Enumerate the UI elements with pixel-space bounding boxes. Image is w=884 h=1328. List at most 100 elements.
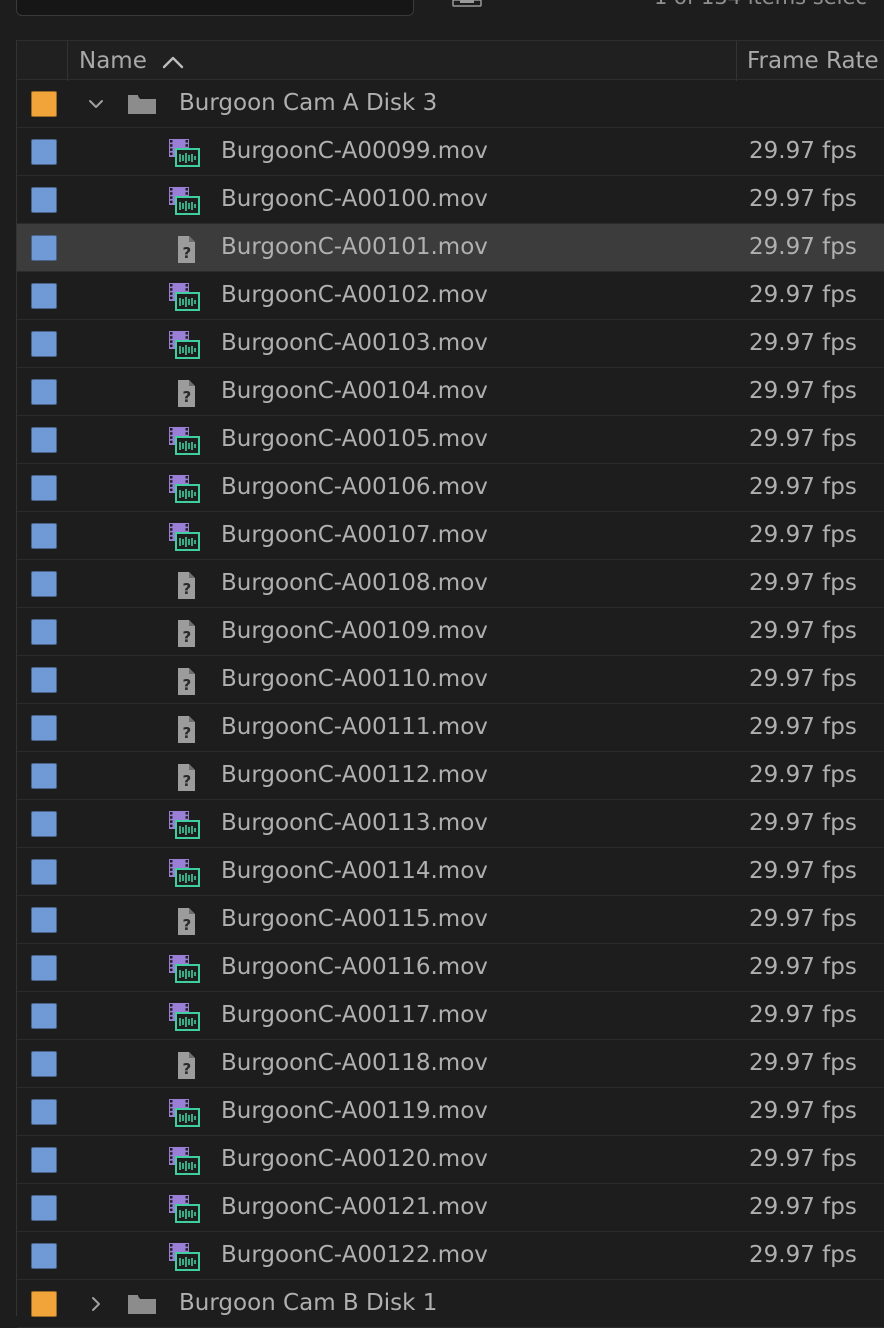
label-color-swatch[interactable]	[31, 1195, 57, 1221]
new-bin-icon[interactable]	[452, 0, 482, 8]
clip-name[interactable]: BurgoonC-A00113.mov	[221, 809, 488, 837]
clip-name[interactable]: BurgoonC-A00110.mov	[221, 665, 488, 693]
clip-row[interactable]: BurgoonC-A00107.mov 29.97 fps	[17, 512, 884, 560]
clip-row[interactable]: BurgoonC-A00119.mov 29.97 fps	[17, 1088, 884, 1136]
clip-name[interactable]: BurgoonC-A00121.mov	[221, 1193, 488, 1221]
video-clip-icon	[169, 859, 200, 887]
label-color-swatch[interactable]	[31, 1003, 57, 1029]
clip-row[interactable]: ? BurgoonC-A00108.mov 29.97 fps	[17, 560, 884, 608]
clip-row[interactable]: ? BurgoonC-A00110.mov 29.97 fps	[17, 656, 884, 704]
bin-row[interactable]: Burgoon Cam B Disk 1	[17, 1280, 884, 1328]
clip-name[interactable]: BurgoonC-A00107.mov	[221, 521, 488, 549]
label-color-swatch[interactable]	[31, 427, 57, 453]
clip-frame-rate: 29.97 fps	[749, 618, 857, 644]
label-color-swatch[interactable]	[31, 1051, 57, 1077]
clip-name[interactable]: BurgoonC-A00120.mov	[221, 1145, 488, 1173]
clip-row[interactable]: ? BurgoonC-A00118.mov 29.97 fps	[17, 1040, 884, 1088]
column-divider[interactable]	[736, 41, 737, 81]
clip-name[interactable]: BurgoonC-A00103.mov	[221, 329, 488, 357]
clip-name[interactable]: BurgoonC-A00104.mov	[221, 377, 488, 405]
label-color-swatch[interactable]	[31, 235, 57, 261]
label-color-swatch[interactable]	[31, 1291, 57, 1317]
clip-name[interactable]: BurgoonC-A00099.mov	[221, 137, 488, 165]
clip-frame-rate: 29.97 fps	[749, 810, 857, 836]
label-color-swatch[interactable]	[31, 475, 57, 501]
clip-row[interactable]: BurgoonC-A00099.mov 29.97 fps	[17, 128, 884, 176]
clip-row[interactable]: BurgoonC-A00117.mov 29.97 fps	[17, 992, 884, 1040]
clip-row[interactable]: BurgoonC-A00120.mov 29.97 fps	[17, 1136, 884, 1184]
label-color-swatch[interactable]	[31, 571, 57, 597]
label-color-swatch[interactable]	[31, 1099, 57, 1125]
clip-row[interactable]: ? BurgoonC-A00112.mov 29.97 fps	[17, 752, 884, 800]
clip-name[interactable]: BurgoonC-A00115.mov	[221, 905, 488, 933]
clip-row[interactable]: BurgoonC-A00102.mov 29.97 fps	[17, 272, 884, 320]
clip-row[interactable]: BurgoonC-A00105.mov 29.97 fps	[17, 416, 884, 464]
clip-name[interactable]: BurgoonC-A00114.mov	[221, 857, 488, 885]
clip-name[interactable]: BurgoonC-A00105.mov	[221, 425, 488, 453]
label-color-swatch[interactable]	[31, 667, 57, 693]
label-color-swatch[interactable]	[31, 859, 57, 885]
clip-row[interactable]: ? BurgoonC-A00109.mov 29.97 fps	[17, 608, 884, 656]
label-color-swatch[interactable]	[31, 379, 57, 405]
clip-name[interactable]: BurgoonC-A00112.mov	[221, 761, 488, 789]
clip-row[interactable]: ? BurgoonC-A00101.mov 29.97 fps	[17, 224, 884, 272]
label-color-swatch[interactable]	[31, 955, 57, 981]
clip-row[interactable]: BurgoonC-A00113.mov 29.97 fps	[17, 800, 884, 848]
clip-row[interactable]: ? BurgoonC-A00111.mov 29.97 fps	[17, 704, 884, 752]
clip-name[interactable]: BurgoonC-A00109.mov	[221, 617, 488, 645]
chevron-right-icon[interactable]	[87, 1296, 105, 1312]
column-header-name[interactable]: Name	[79, 47, 147, 75]
clip-row[interactable]: BurgoonC-A00122.mov 29.97 fps	[17, 1232, 884, 1280]
label-color-swatch[interactable]	[31, 811, 57, 837]
clip-row[interactable]: BurgoonC-A00100.mov 29.97 fps	[17, 176, 884, 224]
clip-row[interactable]: BurgoonC-A00121.mov 29.97 fps	[17, 1184, 884, 1232]
clip-name[interactable]: BurgoonC-A00100.mov	[221, 185, 488, 213]
clip-name[interactable]: BurgoonC-A00116.mov	[221, 953, 488, 981]
label-color-swatch[interactable]	[31, 523, 57, 549]
svg-text:?: ?	[183, 388, 192, 406]
clip-name[interactable]: BurgoonC-A00111.mov	[221, 713, 488, 741]
search-input[interactable]	[16, 0, 414, 16]
clip-row[interactable]: BurgoonC-A00106.mov 29.97 fps	[17, 464, 884, 512]
clip-frame-rate: 29.97 fps	[749, 186, 857, 212]
svg-text:?: ?	[183, 772, 192, 790]
clip-name[interactable]: BurgoonC-A00118.mov	[221, 1049, 488, 1077]
clip-name[interactable]: BurgoonC-A00101.mov	[221, 233, 488, 261]
label-color-swatch[interactable]	[31, 331, 57, 357]
clip-name[interactable]: BurgoonC-A00106.mov	[221, 473, 488, 501]
video-clip-icon	[169, 1147, 200, 1175]
label-color-swatch[interactable]	[31, 139, 57, 165]
sort-ascending-icon[interactable]	[162, 55, 184, 69]
clip-name[interactable]: BurgoonC-A00119.mov	[221, 1097, 488, 1125]
chevron-down-icon[interactable]	[87, 96, 105, 112]
bin-name[interactable]: Burgoon Cam A Disk 3	[179, 89, 437, 117]
clip-name[interactable]: BurgoonC-A00108.mov	[221, 569, 488, 597]
label-color-swatch[interactable]	[31, 715, 57, 741]
clip-row[interactable]: ? BurgoonC-A00115.mov 29.97 fps	[17, 896, 884, 944]
clip-frame-rate: 29.97 fps	[749, 1002, 857, 1028]
label-color-swatch[interactable]	[31, 1147, 57, 1173]
label-color-swatch[interactable]	[31, 619, 57, 645]
clip-row[interactable]: BurgoonC-A00103.mov 29.97 fps	[17, 320, 884, 368]
label-color-swatch[interactable]	[31, 763, 57, 789]
bin-row[interactable]: Burgoon Cam A Disk 3	[17, 80, 884, 128]
clip-row[interactable]: BurgoonC-A00114.mov 29.97 fps	[17, 848, 884, 896]
column-header-frame-rate[interactable]: Frame Rate	[747, 47, 879, 75]
label-color-swatch[interactable]	[31, 907, 57, 933]
offline-file-icon: ?	[178, 380, 195, 407]
offline-file-icon: ?	[178, 668, 195, 695]
label-color-swatch[interactable]	[31, 187, 57, 213]
clip-row[interactable]: BurgoonC-A00116.mov 29.97 fps	[17, 944, 884, 992]
video-clip-icon	[169, 283, 200, 311]
label-color-swatch[interactable]	[31, 283, 57, 309]
label-color-swatch[interactable]	[31, 1243, 57, 1269]
clip-name[interactable]: BurgoonC-A00117.mov	[221, 1001, 488, 1029]
clip-frame-rate: 29.97 fps	[749, 714, 857, 740]
clip-name[interactable]: BurgoonC-A00102.mov	[221, 281, 488, 309]
label-color-swatch[interactable]	[31, 91, 57, 117]
clip-frame-rate: 29.97 fps	[749, 426, 857, 452]
clip-frame-rate: 29.97 fps	[749, 522, 857, 548]
clip-row[interactable]: ? BurgoonC-A00104.mov 29.97 fps	[17, 368, 884, 416]
bin-name[interactable]: Burgoon Cam B Disk 1	[179, 1289, 437, 1317]
clip-name[interactable]: BurgoonC-A00122.mov	[221, 1241, 488, 1269]
